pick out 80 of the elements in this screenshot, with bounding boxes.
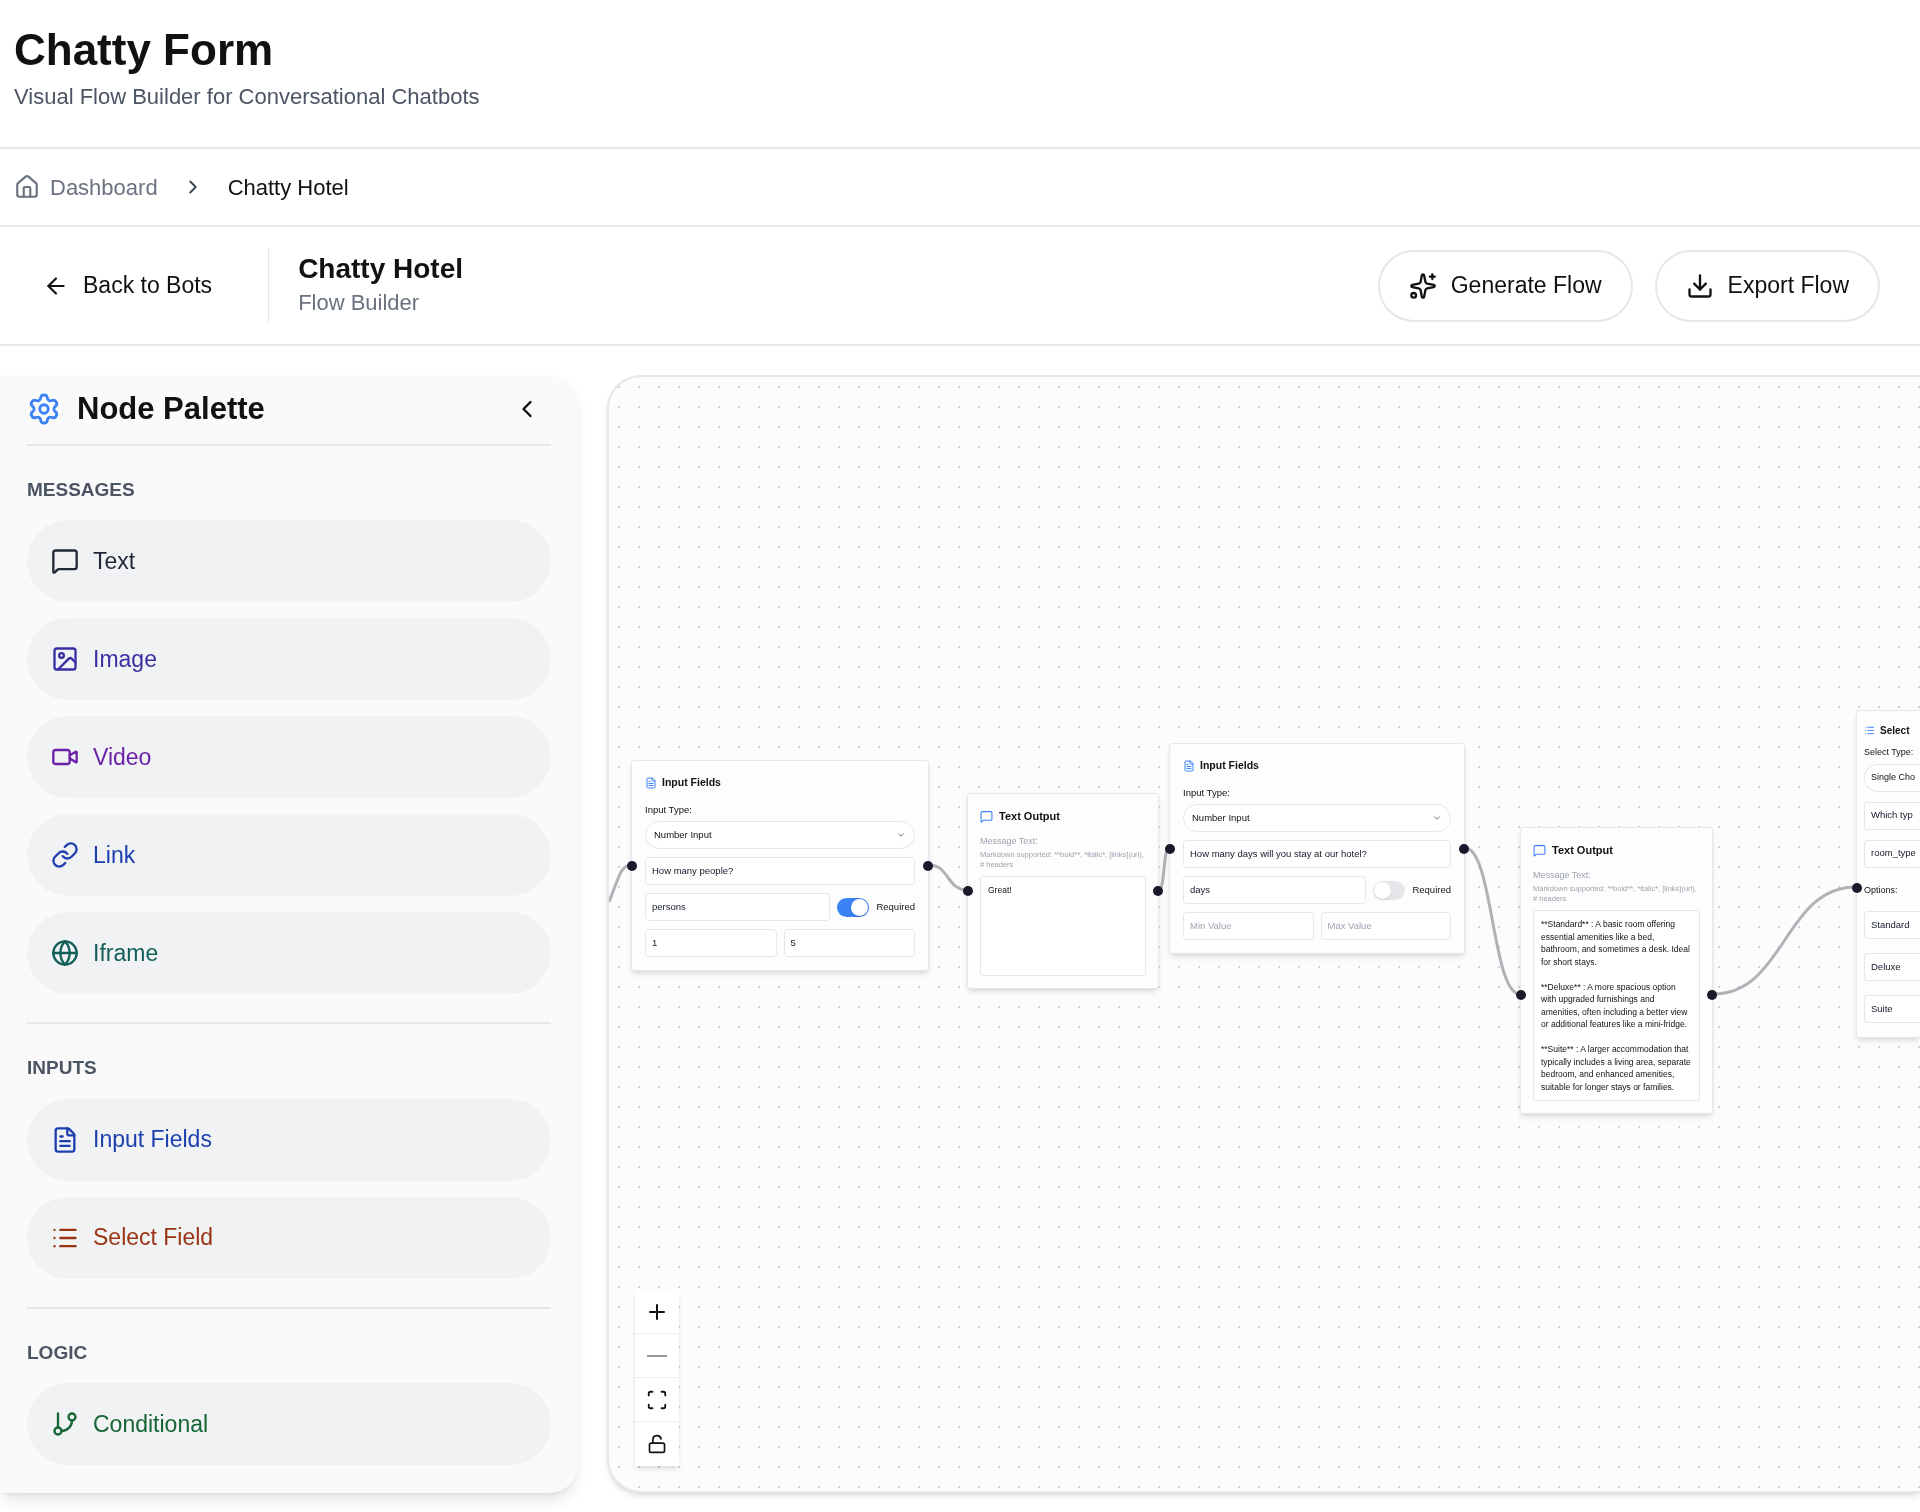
connection-handle[interactable] bbox=[963, 886, 973, 896]
app-title: Chatty Form bbox=[14, 24, 275, 76]
globe-icon bbox=[51, 939, 79, 967]
palette-item[interactable]: Select Field bbox=[27, 1196, 551, 1279]
field-label: Input Type: bbox=[645, 802, 693, 817]
field-label: Options: bbox=[1864, 883, 1899, 897]
download-icon bbox=[1685, 271, 1714, 300]
minus-icon bbox=[647, 1354, 667, 1357]
section-label: INPUTS bbox=[27, 1056, 98, 1080]
breadcrumb-link[interactable]: Dashboard bbox=[14, 170, 158, 204]
option-field[interactable]: Deluxe bbox=[1864, 953, 1920, 981]
question-field[interactable]: How many people? bbox=[645, 857, 915, 885]
message-textarea[interactable]: **Standard** : A basic room offering essential amenities like a bed, bathroom, and sometimes a desk. Ideal for short stays. **Deluxe** : A more spacious option with upgraded furnishings and amenities, often including a better view or additional features like a mini-fridge. **Suite** : A larger accommodation that typically includes a living area, separate bedroom, and enhanced amenities, suitable for longer stays or families. bbox=[1533, 910, 1700, 1101]
node-title: Text Output bbox=[999, 809, 1060, 824]
connection-handle[interactable] bbox=[627, 861, 637, 871]
section-label: MESSAGES bbox=[27, 477, 136, 502]
back-button[interactable]: Back to Bots bbox=[43, 268, 213, 303]
node-title: Input Fields bbox=[662, 775, 721, 790]
option-field[interactable]: Suite bbox=[1864, 995, 1920, 1023]
field-label: Select Type: bbox=[1864, 746, 1915, 759]
palette-item[interactable]: Image bbox=[27, 618, 551, 700]
node-title: Text Output bbox=[1552, 843, 1613, 858]
input-type-dropdown[interactable]: Number Input bbox=[1183, 804, 1451, 832]
toggle-switch[interactable] bbox=[1373, 880, 1406, 900]
unlock-icon bbox=[647, 1434, 667, 1454]
toggle-switch[interactable] bbox=[837, 897, 870, 917]
palette-item[interactable]: Input Fields bbox=[27, 1098, 551, 1181]
toolbar-button[interactable]: Generate Flow bbox=[1377, 249, 1633, 322]
fit-view-icon bbox=[646, 1388, 668, 1411]
option-field[interactable]: Standard bbox=[1864, 911, 1920, 939]
chat-bubble-icon bbox=[980, 809, 993, 823]
palette-item[interactable]: Iframe bbox=[27, 912, 551, 994]
toolbar-button[interactable]: Export Flow bbox=[1654, 249, 1880, 322]
document-icon bbox=[645, 776, 657, 789]
connection-handle[interactable] bbox=[1165, 844, 1175, 854]
input-type-dropdown[interactable]: Number Input bbox=[645, 821, 915, 849]
bot-subtitle: Flow Builder bbox=[298, 289, 421, 317]
panel-title: Node Palette bbox=[77, 390, 265, 428]
bot-title: Chatty Hotel bbox=[298, 252, 464, 286]
breadcrumb-link[interactable]: Chatty Hotel bbox=[227, 170, 349, 204]
chevron-icon bbox=[896, 830, 906, 840]
connection-handle[interactable] bbox=[1516, 990, 1526, 1000]
toggle-label: Required bbox=[1412, 882, 1451, 897]
chat-bubble-icon bbox=[1533, 843, 1546, 857]
sparkles-icon bbox=[1408, 271, 1437, 300]
palette-item[interactable]: Text bbox=[27, 520, 551, 602]
connection-handle[interactable] bbox=[1153, 886, 1163, 896]
home-icon bbox=[14, 174, 40, 200]
list-icon bbox=[1864, 725, 1875, 736]
link-icon bbox=[51, 841, 79, 869]
chat-bubble-icon bbox=[51, 547, 79, 575]
node-title: Input Fields bbox=[1200, 758, 1259, 773]
palette-item[interactable]: Link bbox=[27, 814, 551, 896]
variable-field[interactable]: room_type bbox=[1864, 839, 1920, 868]
max-value-field[interactable]: 5 bbox=[783, 929, 915, 957]
unit-field[interactable]: days bbox=[1183, 876, 1367, 904]
palette-item[interactable]: Conditional bbox=[27, 1383, 551, 1465]
min-value-field[interactable]: 1 bbox=[645, 929, 777, 957]
app-subtitle: Visual Flow Builder for Conversational Chatbots bbox=[14, 83, 481, 111]
node-title: Select bbox=[1880, 724, 1910, 738]
question-field[interactable]: Which typ bbox=[1864, 801, 1920, 830]
image-icon bbox=[51, 645, 79, 673]
connection-handle[interactable] bbox=[923, 861, 933, 871]
field-label: Message Text: bbox=[980, 834, 1039, 848]
toggle-label: Required bbox=[876, 899, 915, 914]
connection-handle[interactable] bbox=[1852, 883, 1862, 893]
palette-item[interactable]: Video bbox=[27, 716, 551, 798]
select-type-dropdown[interactable]: Single Cho bbox=[1864, 763, 1920, 792]
chevron-icon bbox=[1432, 813, 1442, 823]
settings-icon bbox=[27, 392, 61, 427]
section-label: LOGIC bbox=[27, 1340, 89, 1365]
message-textarea[interactable]: Great! bbox=[980, 876, 1146, 976]
unit-field[interactable]: persons bbox=[645, 893, 831, 921]
branch-icon bbox=[51, 1410, 79, 1438]
document-icon bbox=[1183, 759, 1195, 772]
field-label: Input Type: bbox=[1183, 785, 1231, 800]
question-field[interactable]: How many days will you stay at our hotel? bbox=[1183, 840, 1451, 868]
connection-handle[interactable] bbox=[1459, 844, 1469, 854]
field-label: Message Text: bbox=[1533, 868, 1592, 882]
connection-handle[interactable] bbox=[1707, 990, 1717, 1000]
